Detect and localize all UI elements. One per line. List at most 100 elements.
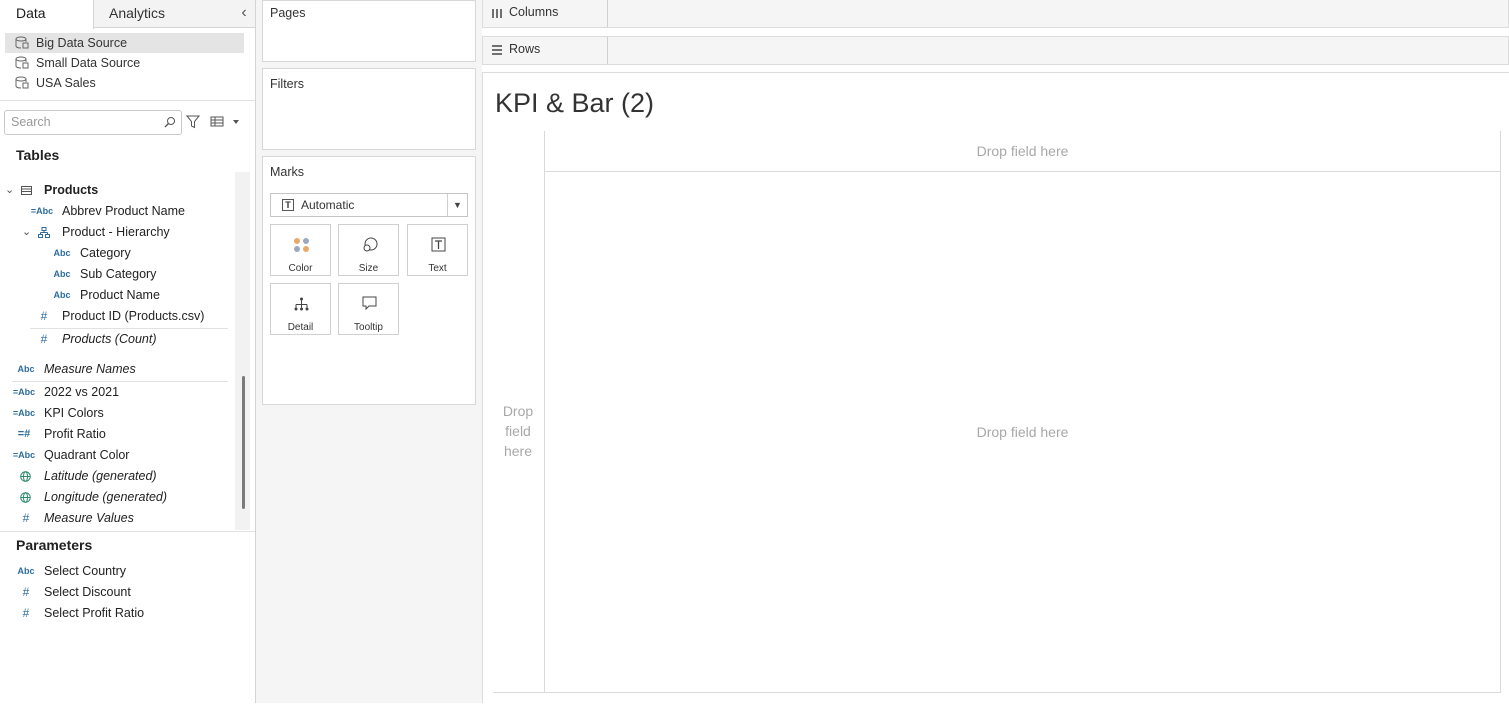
dimension-icon: Abc bbox=[17, 566, 35, 576]
text-mark-icon: T bbox=[282, 199, 294, 211]
search-input[interactable]: Search bbox=[4, 110, 182, 135]
drop-zone-rows[interactable]: Drop field here bbox=[493, 401, 543, 461]
chevron-down-icon[interactable]: ⌄ bbox=[5, 180, 14, 201]
field-product-id[interactable]: # Product ID (Products.csv) bbox=[0, 306, 235, 327]
table-products[interactable]: ⌄ Products bbox=[0, 180, 235, 201]
text-label: Text bbox=[428, 263, 447, 274]
detail-label: Detail bbox=[287, 322, 314, 333]
chevron-down-icon[interactable]: ▼ bbox=[447, 194, 467, 216]
tab-data[interactable]: Data bbox=[0, 0, 94, 29]
size-button[interactable]: Size bbox=[338, 224, 399, 276]
measure-icon: # bbox=[40, 332, 48, 346]
canvas-gridlines bbox=[493, 131, 1501, 693]
pages-card[interactable]: Pages bbox=[262, 0, 476, 62]
drop-zone-columns[interactable]: Drop field here bbox=[545, 143, 1500, 159]
table-icon bbox=[21, 186, 32, 195]
rows-shelf[interactable]: Rows bbox=[482, 36, 1509, 65]
cards-column: Pages Filters Marks T Automatic ▼ Color … bbox=[256, 0, 482, 703]
filters-title: Filters bbox=[270, 77, 305, 91]
parameter-label: Select Country bbox=[44, 564, 126, 578]
field-latitude[interactable]: Latitude (generated) bbox=[0, 466, 235, 487]
data-source-icon bbox=[15, 76, 29, 89]
measure-icon: # bbox=[22, 585, 30, 599]
view-options-icon[interactable] bbox=[210, 116, 240, 128]
globe-icon bbox=[20, 471, 31, 482]
tooltip-button[interactable]: Tooltip bbox=[338, 283, 399, 335]
tab-analytics[interactable]: Analytics bbox=[95, 0, 235, 28]
drop-zone-main[interactable]: Drop field here bbox=[545, 424, 1500, 440]
parameter-label: Select Discount bbox=[44, 585, 131, 599]
field-measure-values[interactable]: # Measure Values bbox=[0, 508, 235, 529]
field-label: 2022 vs 2021 bbox=[44, 385, 120, 399]
data-source-item[interactable]: Big Data Source bbox=[5, 33, 244, 53]
field-label: Profit Ratio bbox=[44, 427, 106, 441]
field-label: Sub Category bbox=[80, 267, 157, 281]
worksheet-canvas: KPI & Bar (2) Drop field here Drop field… bbox=[482, 72, 1509, 703]
mark-type-value: Automatic bbox=[301, 198, 355, 212]
search-placeholder: Search bbox=[11, 115, 51, 129]
text-button[interactable]: Text bbox=[407, 224, 468, 276]
search-icon[interactable] bbox=[163, 116, 176, 129]
calc-dimension-icon: =Abc bbox=[12, 387, 36, 397]
field-label: Product ID (Products.csv) bbox=[62, 309, 205, 323]
divider bbox=[0, 531, 255, 532]
field-measure-names[interactable]: Abc Measure Names bbox=[0, 359, 235, 380]
data-source-icon bbox=[15, 56, 29, 69]
columns-label-cell: Columns bbox=[483, 0, 608, 27]
field-quadrant-color[interactable]: =Abc Quadrant Color bbox=[0, 445, 235, 466]
color-icon bbox=[294, 238, 309, 252]
data-pane: Data Analytics ‹ Big Data Source Small D… bbox=[0, 0, 256, 703]
field-abbrev-product-name[interactable]: =Abc Abbrev Product Name bbox=[0, 201, 235, 222]
data-source-label: Small Data Source bbox=[36, 56, 141, 70]
field-category[interactable]: Abc Category bbox=[0, 243, 235, 264]
field-longitude[interactable]: Longitude (generated) bbox=[0, 487, 235, 508]
divider bbox=[0, 100, 255, 101]
field-profit-ratio[interactable]: =# Profit Ratio bbox=[0, 424, 235, 445]
parameter-select-profit-ratio[interactable]: # Select Profit Ratio bbox=[0, 603, 235, 624]
data-source-label: Big Data Source bbox=[36, 36, 128, 50]
parameter-label: Select Profit Ratio bbox=[44, 606, 145, 620]
dimension-icon: Abc bbox=[53, 248, 71, 258]
field-label: Measure Names bbox=[44, 362, 136, 376]
field-2022-vs-2021[interactable]: =Abc 2022 vs 2021 bbox=[0, 382, 235, 403]
field-product-name[interactable]: Abc Product Name bbox=[0, 285, 235, 306]
table-label: Products bbox=[44, 183, 99, 197]
scrollbar-thumb[interactable] bbox=[242, 376, 245, 509]
hierarchy-icon bbox=[38, 227, 50, 238]
pages-title: Pages bbox=[270, 6, 306, 20]
field-label: Product - Hierarchy bbox=[62, 225, 170, 239]
columns-shelf[interactable]: Columns bbox=[482, 0, 1509, 28]
columns-label: Columns bbox=[509, 5, 559, 19]
field-label: Product Name bbox=[80, 288, 160, 302]
detail-icon bbox=[294, 297, 309, 311]
detail-button[interactable]: Detail bbox=[270, 283, 331, 335]
marks-card: Marks T Automatic ▼ Color Size Text Deta… bbox=[262, 156, 476, 405]
data-source-item[interactable]: USA Sales bbox=[5, 73, 244, 93]
measure-icon: # bbox=[22, 511, 30, 525]
color-label: Color bbox=[288, 263, 313, 274]
field-label: Latitude (generated) bbox=[44, 469, 157, 483]
field-label: Measure Values bbox=[44, 511, 134, 525]
chevron-left-icon[interactable]: ‹ bbox=[236, 4, 252, 22]
rows-icon bbox=[492, 45, 502, 55]
field-products-count[interactable]: # Products (Count) bbox=[0, 329, 235, 350]
filter-icon[interactable] bbox=[186, 115, 200, 129]
data-source-item[interactable]: Small Data Source bbox=[5, 53, 244, 73]
data-source-icon bbox=[15, 36, 29, 49]
parameter-select-country[interactable]: Abc Select Country bbox=[0, 561, 235, 582]
field-sub-category[interactable]: Abc Sub Category bbox=[0, 264, 235, 285]
color-button[interactable]: Color bbox=[270, 224, 331, 276]
parameter-select-discount[interactable]: # Select Discount bbox=[0, 582, 235, 603]
field-product-hierarchy[interactable]: ⌄ Product - Hierarchy bbox=[0, 222, 235, 243]
field-label: KPI Colors bbox=[44, 406, 104, 420]
chevron-down-icon[interactable]: ⌄ bbox=[22, 222, 31, 243]
mark-type-dropdown[interactable]: T Automatic ▼ bbox=[270, 193, 468, 217]
tables-heading: Tables bbox=[16, 147, 60, 163]
tooltip-icon bbox=[362, 296, 377, 311]
text-icon bbox=[431, 237, 446, 252]
marks-title: Marks bbox=[270, 165, 305, 179]
tooltip-label: Tooltip bbox=[354, 322, 383, 333]
filters-card[interactable]: Filters bbox=[262, 68, 476, 150]
data-source-label: USA Sales bbox=[36, 76, 96, 90]
field-kpi-colors[interactable]: =Abc KPI Colors bbox=[0, 403, 235, 424]
